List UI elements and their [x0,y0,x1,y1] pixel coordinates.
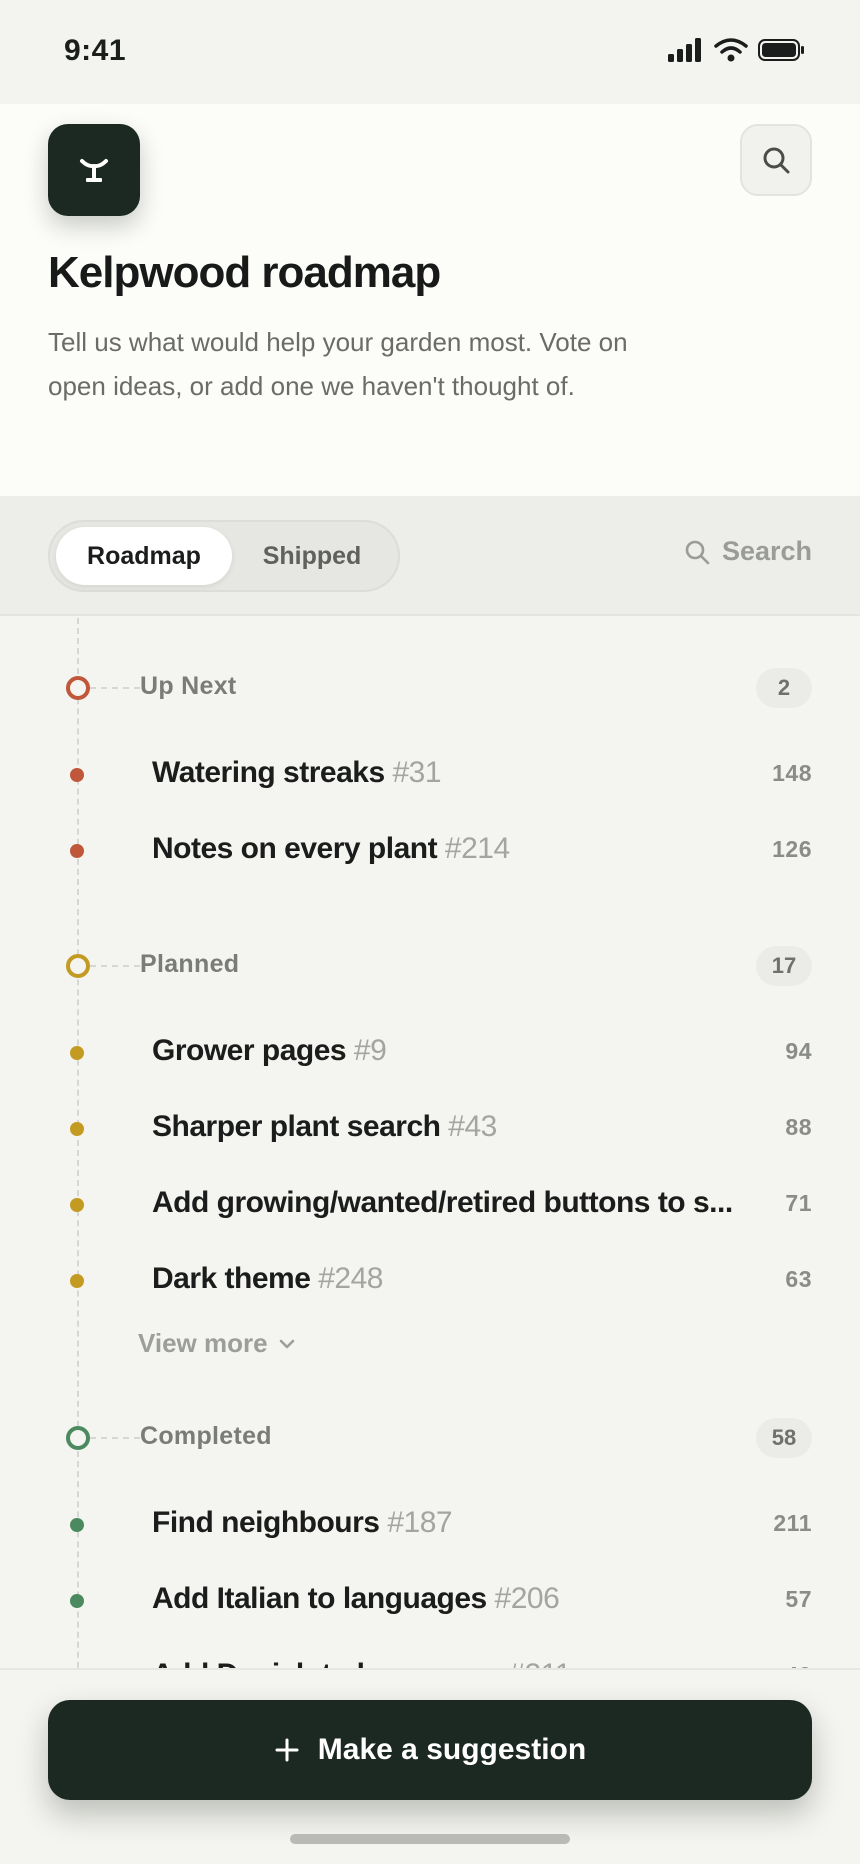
search-icon [685,540,710,564]
item-title-text: Add Danish to languages [152,1658,501,1668]
item-number: #31 [392,756,442,789]
signal-icon [668,38,701,62]
list-item[interactable]: Add growing/wanted/retired buttons to s.… [0,1176,860,1232]
item-votes: 57 [785,1586,812,1612]
item-title-text: Grower pages [152,1034,347,1067]
item-title-text: Dark theme [152,1262,311,1295]
item-title: Add Italian to languages #206 [152,1582,762,1616]
status-dot-icon [70,844,84,858]
list-item[interactable]: Add Danish to languages #211 49 [0,1648,860,1668]
chevron-down-icon [279,1339,294,1348]
item-votes: 94 [785,1038,812,1064]
item-number: #9 [353,1034,387,1067]
list-search-label: Search [721,536,812,566]
list-item[interactable]: Dark theme #248 63 [0,1252,860,1308]
page-title: Kelpwood roadmap [48,248,441,297]
tab-shipped[interactable]: Shipped [232,527,392,585]
status-icons [668,38,806,62]
item-votes: 148 [772,760,812,786]
item-votes: 63 [785,1266,812,1292]
item-title-text: Watering streaks [152,756,385,789]
tabs-bar: Roadmap Shipped Search [0,496,860,616]
group-header-planned: Planned 17 [0,946,860,986]
item-votes: 211 [773,1510,812,1536]
wifi-icon [714,38,748,62]
status-dot-icon [70,1594,84,1608]
status-dot-icon [70,1518,84,1532]
search-icon [763,147,790,174]
group-count-badge: 2 [756,668,812,708]
battery-icon [758,39,804,61]
item-title: Add growing/wanted/retired buttons to s.… [152,1186,762,1220]
item-number: #43 [448,1110,497,1143]
status-dot-icon [70,1122,84,1136]
status-bar: 9:41 [0,0,860,104]
list-item[interactable]: Find neighbours #187 211 [0,1496,860,1552]
item-title-text: Find neighbours [152,1506,380,1539]
status-dot-icon [70,768,84,782]
timeline-connector [90,1437,140,1439]
tab-roadmap[interactable]: Roadmap [56,527,232,585]
item-number: #206 [494,1582,560,1615]
item-number: #248 [318,1262,383,1295]
status-dot-icon [70,1046,84,1060]
item-title-text: Sharper plant search [152,1110,441,1143]
item-title: Find neighbours #187 [152,1506,762,1540]
item-title-text: Notes on every plant [152,832,438,865]
header: Kelpwood roadmap Tell us what would help… [0,104,860,496]
list-search-button[interactable]: Search [684,536,812,567]
group-header-completed: Completed 58 [0,1418,860,1458]
item-title-text: Add Italian to languages [152,1582,487,1615]
item-title-text: Add growing/wanted/retired buttons to s.… [152,1186,733,1219]
view-more-button[interactable]: View more [138,1328,296,1359]
group-label: Planned [140,950,240,978]
item-title: Sharper plant search #43 [152,1110,762,1144]
timeline-connector [90,687,140,689]
item-title: Grower pages #9 [152,1034,762,1068]
item-title: Notes on every plant #214 [152,832,762,866]
make-suggestion-button[interactable]: Make a suggestion [48,1700,812,1800]
list-item[interactable]: Add Italian to languages #206 57 [0,1572,860,1628]
page-description: Tell us what would help your garden most… [48,327,628,401]
item-title: Add Danish to languages #211 [152,1658,762,1668]
item-votes: 88 [785,1114,812,1140]
item-number: #187 [387,1506,453,1539]
segmented-control: Roadmap Shipped [48,520,400,592]
status-dot-icon [70,1274,84,1288]
roadmap-list[interactable]: Up Next 2 Watering streaks #31 148 Notes… [0,618,860,1668]
list-item[interactable]: Watering streaks #31 148 [0,746,860,802]
item-votes: 126 [772,836,812,862]
item-number: #214 [444,832,510,865]
status-ring-icon [66,954,90,978]
home-indicator [290,1834,570,1844]
status-ring-icon [66,1426,90,1450]
group-count-badge: 58 [756,1418,812,1458]
item-title: Dark theme #248 [152,1262,762,1296]
item-title: Watering streaks #31 [152,756,762,790]
header-search-button[interactable] [740,124,812,196]
item-votes: 71 [785,1190,812,1216]
group-label: Up Next [140,672,237,700]
item-number: #211 [508,1658,571,1668]
view-more-label: View more [138,1328,268,1358]
list-item[interactable]: Grower pages #9 94 [0,1024,860,1080]
make-suggestion-label: Make a suggestion [317,1733,587,1766]
status-time: 9:41 [64,34,127,67]
list-item[interactable]: Notes on every plant #214 126 [0,822,860,878]
app-logo [48,124,140,216]
group-label: Completed [140,1422,272,1450]
status-ring-icon [66,676,90,700]
group-count-badge: 17 [756,946,812,986]
sprout-icon [80,159,108,182]
status-dot-icon [70,1198,84,1212]
list-item[interactable]: Sharper plant search #43 88 [0,1100,860,1156]
group-header-up-next: Up Next 2 [0,668,860,708]
plus-icon [275,1738,299,1762]
timeline-connector [90,965,140,967]
